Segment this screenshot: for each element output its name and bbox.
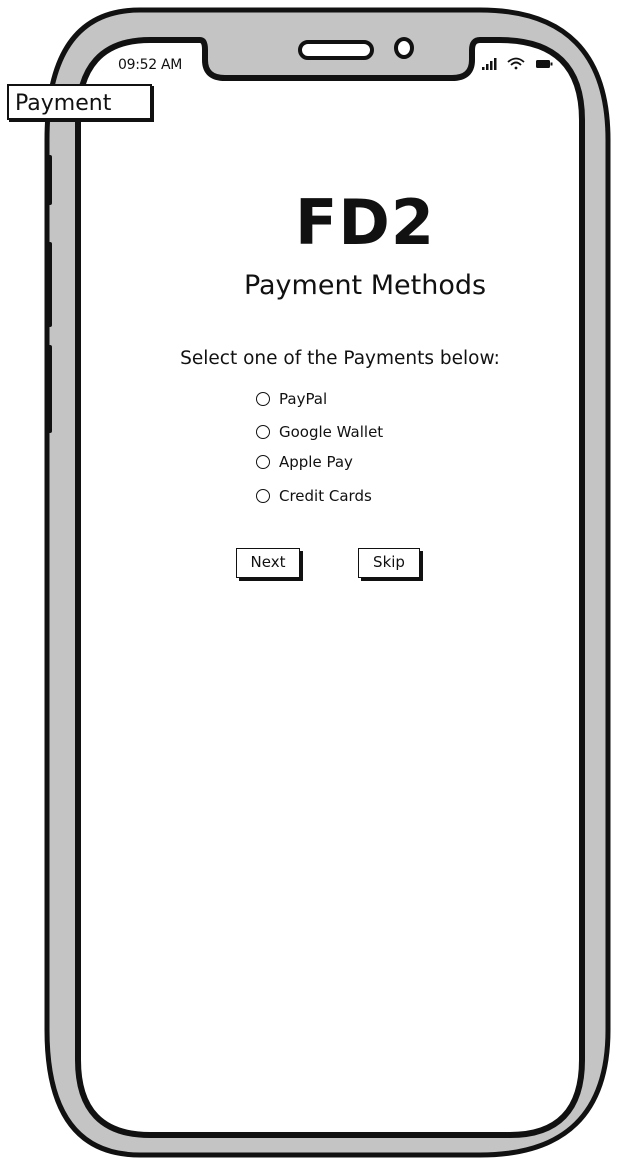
instruction-text: Select one of the Payments below: bbox=[180, 348, 500, 369]
status-time: 09:52 AM bbox=[118, 57, 183, 73]
status-icons bbox=[482, 57, 553, 70]
radio-icon[interactable] bbox=[256, 425, 270, 439]
screen-label: Payment bbox=[7, 84, 152, 120]
speaker-icon bbox=[298, 40, 374, 60]
radio-icon[interactable] bbox=[256, 455, 270, 469]
next-button[interactable]: Next bbox=[236, 548, 300, 578]
radio-icon[interactable] bbox=[256, 392, 270, 406]
payment-option-google-wallet[interactable]: Google Wallet bbox=[256, 421, 383, 443]
wifi-icon bbox=[507, 57, 525, 70]
option-label: Apple Pay bbox=[279, 453, 353, 471]
phone-frame bbox=[44, 7, 611, 1158]
camera-icon bbox=[394, 37, 414, 59]
option-label: Google Wallet bbox=[279, 423, 384, 441]
payment-option-credit-cards[interactable]: Credit Cards bbox=[256, 485, 372, 507]
page-title: Payment Methods bbox=[243, 270, 487, 301]
battery-icon bbox=[536, 60, 553, 68]
option-label: PayPal bbox=[279, 390, 328, 408]
skip-button[interactable]: Skip bbox=[358, 548, 420, 578]
radio-icon[interactable] bbox=[256, 489, 270, 503]
option-label: Credit Cards bbox=[279, 487, 372, 505]
signal-icon bbox=[482, 58, 497, 70]
payment-option-apple-pay[interactable]: Apple Pay bbox=[256, 451, 353, 473]
payment-option-paypal[interactable]: PayPal bbox=[256, 388, 327, 410]
brand-logo-text: FD2 bbox=[295, 186, 435, 259]
